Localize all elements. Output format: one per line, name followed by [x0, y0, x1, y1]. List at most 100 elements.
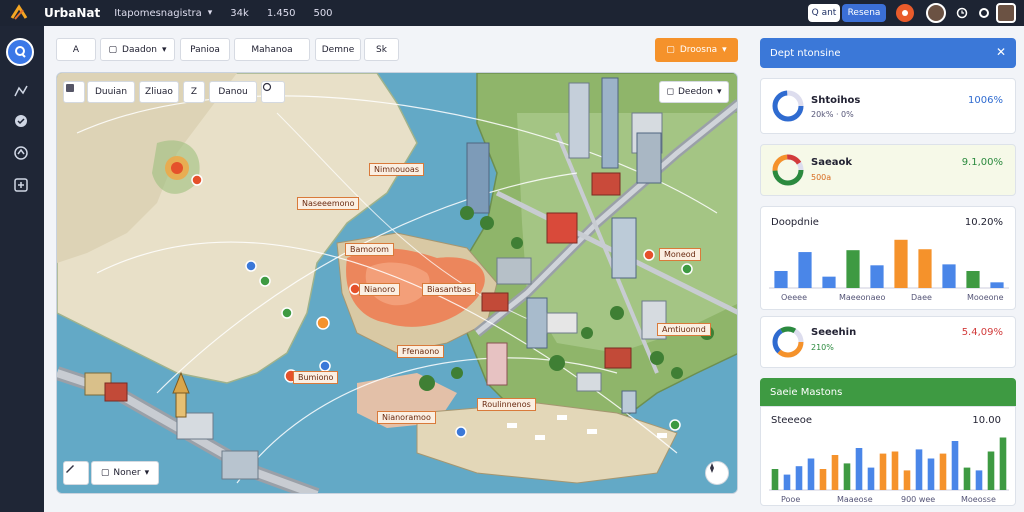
chart-bar[interactable]: [990, 282, 1004, 288]
map-label[interactable]: Bamorom: [345, 243, 394, 256]
map-label[interactable]: Nianoro: [359, 283, 401, 296]
chart-bar[interactable]: [918, 249, 932, 288]
kpi-title: Shtoihos: [811, 95, 861, 106]
toolbar-label: Sk: [376, 44, 387, 55]
toolbar-button[interactable]: Demne: [315, 38, 361, 61]
chart-bar[interactable]: [867, 467, 875, 490]
chart-bar[interactable]: [807, 458, 815, 491]
map-label[interactable]: Bumiono: [293, 371, 339, 384]
orange-action-button[interactable]: ▢ Droosna ▾: [655, 38, 738, 62]
chart-bar[interactable]: [870, 265, 884, 288]
chart-bar[interactable]: [966, 270, 980, 288]
chart-category-label: Pooe: [781, 495, 801, 504]
edit-icon[interactable]: [63, 461, 89, 485]
toolbar-label: Panioa: [190, 44, 220, 55]
circle-icon[interactable]: [261, 81, 285, 103]
kpi-card[interactable]: Saeaok 500a 9.1,00%: [760, 144, 1016, 196]
map-label[interactable]: Biasantbas: [422, 283, 477, 296]
kpi-card[interactable]: Shtoihos 20k% · 0% 1006%: [760, 78, 1016, 134]
filter-icon: ▢: [666, 45, 675, 55]
primary-button[interactable]: Resena: [842, 4, 886, 22]
chart-bar[interactable]: [855, 448, 863, 490]
map-label[interactable]: Nimnouoas: [369, 163, 424, 176]
map-label[interactable]: Amtiuonnd: [657, 323, 711, 336]
chart-bar[interactable]: [831, 455, 839, 490]
panel-header: Dept ntonsine ✕: [760, 38, 1016, 68]
layers-icon[interactable]: [63, 81, 85, 103]
toolbar-button[interactable]: Panioa: [180, 38, 230, 61]
grid-icon[interactable]: [12, 176, 30, 194]
map-tool-button[interactable]: Danou: [209, 81, 257, 103]
chart-bar[interactable]: [963, 467, 971, 490]
tool-a-label: A: [72, 44, 80, 55]
notification-icon[interactable]: [896, 4, 914, 22]
chart-bar[interactable]: [783, 474, 791, 490]
map-mode-label: Noner: [113, 468, 141, 478]
chart-bar[interactable]: [879, 453, 887, 490]
chart-bar[interactable]: [942, 264, 956, 288]
top-menu[interactable]: Itapomesnagistra: [114, 8, 202, 19]
chart-category-label: Maeeonaeo: [839, 293, 886, 302]
chart-bar[interactable]: [927, 458, 935, 491]
chart-bar[interactable]: [999, 437, 1007, 491]
map-label[interactable]: Naseeemono: [297, 197, 360, 210]
kpi-card[interactable]: Seeehin 210% 5.4,09%: [760, 316, 1016, 368]
toolbar-button-a[interactable]: A: [56, 38, 96, 61]
map-label[interactable]: Nianoramoo: [377, 411, 436, 424]
chart-bar[interactable]: [891, 451, 899, 491]
shield-icon[interactable]: [12, 112, 30, 130]
chart-bar[interactable]: [894, 239, 908, 288]
map-tool-button[interactable]: Zliuao: [139, 81, 179, 103]
chart-bar[interactable]: [798, 252, 812, 288]
search-button[interactable]: Q ant: [808, 4, 840, 22]
chevron-down-icon[interactable]: ▾: [208, 8, 213, 18]
chart-bar[interactable]: [774, 270, 788, 288]
map-canvas[interactable]: Duuian Zliuao Z Danou ◻ Deedon ▾ Nimnouo…: [56, 72, 738, 494]
close-icon[interactable]: ✕: [996, 45, 1006, 59]
chart-bar[interactable]: [819, 469, 827, 490]
profile-avatar[interactable]: [996, 3, 1016, 23]
clock-icon[interactable]: [956, 7, 968, 19]
donut-icon: [772, 154, 804, 186]
map-tool-label: Zliuao: [145, 87, 173, 97]
map-tool-label: Danou: [218, 87, 248, 97]
chevron-down-icon: ▾: [722, 45, 727, 55]
kpi-title: Seeehin: [811, 327, 857, 338]
settings-icon[interactable]: [978, 7, 990, 19]
map-tool-button[interactable]: Z: [183, 81, 205, 103]
map-label[interactable]: Ffenaono: [397, 345, 445, 358]
layers-dropdown[interactable]: ◻ Deedon ▾: [659, 81, 729, 103]
map-tool-button[interactable]: Duuian: [87, 81, 135, 103]
analytics-icon[interactable]: [12, 82, 30, 100]
home-icon[interactable]: [6, 38, 34, 66]
location-icon[interactable]: [12, 144, 30, 162]
chart-bar[interactable]: [975, 470, 983, 490]
bar-chart: [769, 239, 1009, 289]
chart-bar[interactable]: [903, 470, 911, 490]
avatar[interactable]: [926, 3, 946, 23]
bar-chart-card[interactable]: Doopdnie 10.20% Oeeee Maeeonaeo Daee Moo…: [760, 206, 1016, 310]
bottom-chart-card[interactable]: Steeeoe 10.00 Pooe Maaeose 900 wee Moeos…: [760, 406, 1016, 506]
toolbar-button[interactable]: Mahanoa: [234, 38, 310, 61]
map-label[interactable]: Moneod: [659, 248, 701, 261]
chart-bar[interactable]: [939, 453, 947, 490]
chart-bar[interactable]: [987, 451, 995, 491]
chart-bar[interactable]: [795, 466, 803, 490]
chart-bar[interactable]: [951, 441, 959, 490]
compass-icon[interactable]: [705, 461, 729, 485]
toolbar-button[interactable]: Sk: [364, 38, 399, 61]
map-mode-select[interactable]: ▢ Noner ▾: [91, 461, 159, 485]
sidebar: [0, 26, 44, 512]
chart-category-label: Daee: [911, 293, 932, 302]
chart-bar[interactable]: [915, 449, 923, 490]
bottom-card-header: Saeie Mastons: [760, 378, 1016, 406]
chart-bar[interactable]: [822, 276, 836, 288]
chart-bar[interactable]: [843, 463, 851, 490]
chart-bar[interactable]: [771, 469, 779, 490]
kpi-subtitle: 210%: [811, 343, 834, 352]
toolbar-dropdown[interactable]: ▢ Daadon ▾: [100, 38, 175, 61]
map-label[interactable]: Roulinnenos: [477, 398, 536, 411]
kpi-value: 9.1,00%: [961, 157, 1003, 168]
chart-category-label: 900 wee: [901, 495, 936, 504]
chart-bar[interactable]: [846, 250, 860, 288]
